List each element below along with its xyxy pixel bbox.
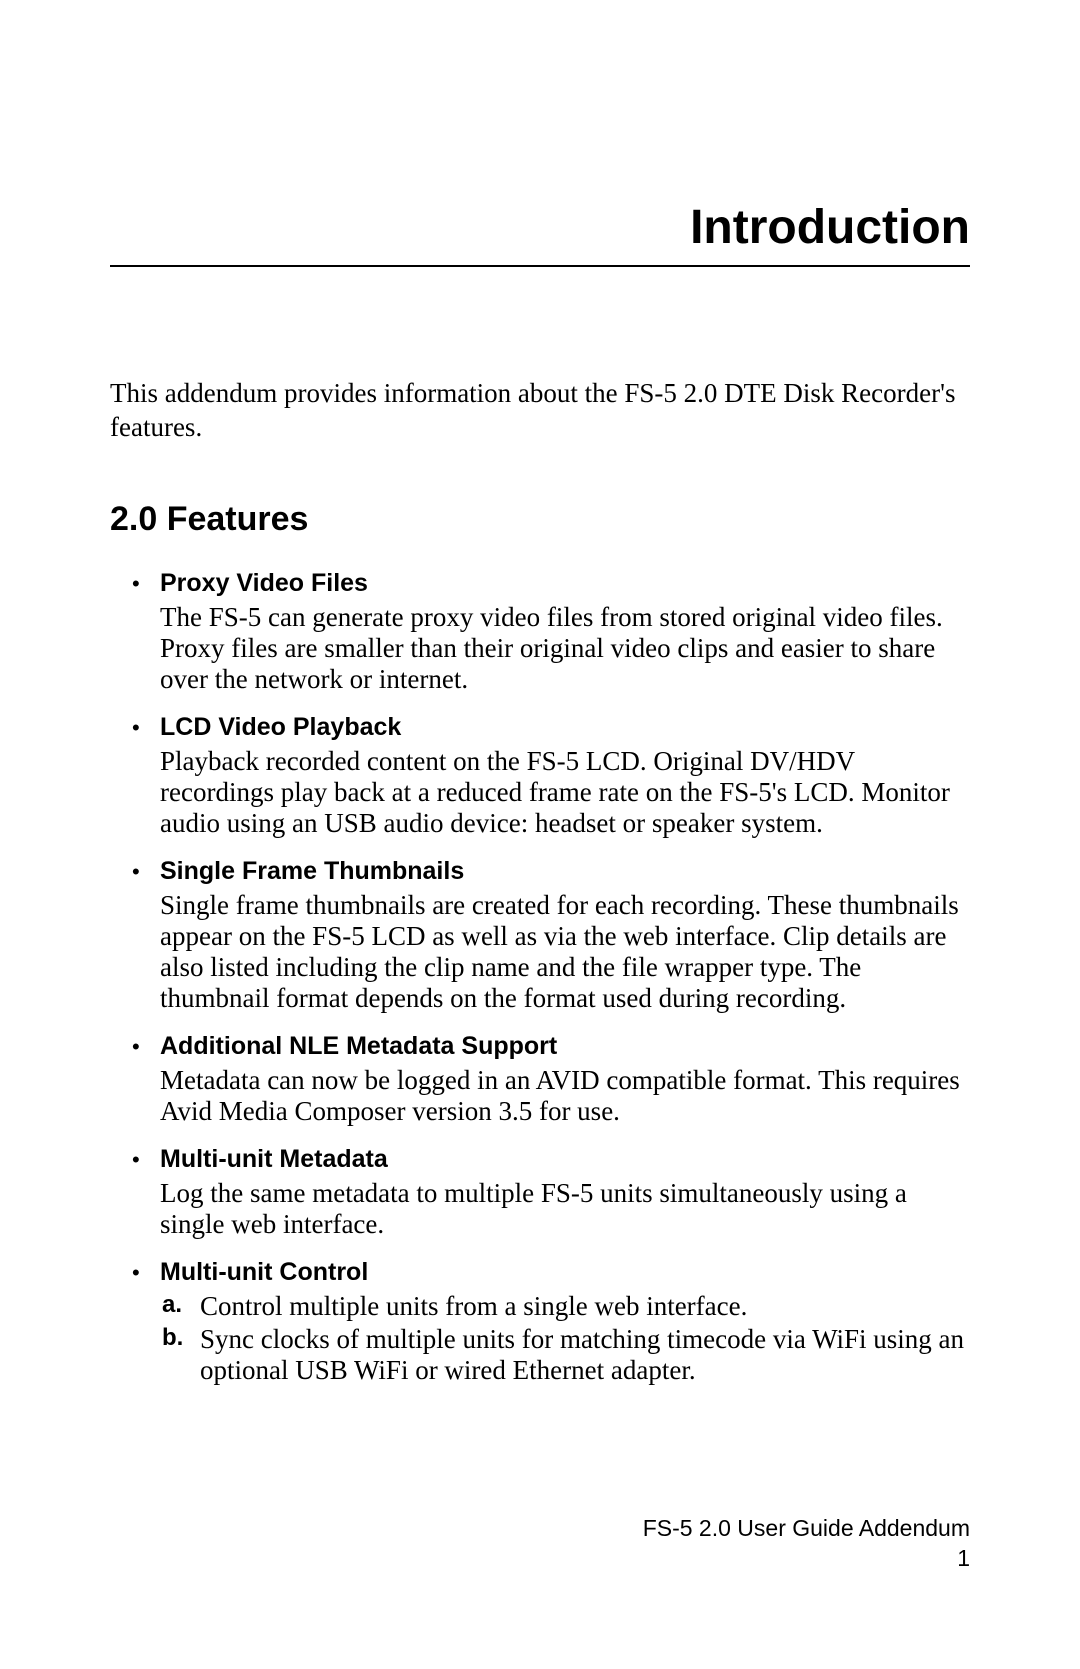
feature-title: Multi-unit Control: [160, 1258, 970, 1287]
feature-title: Single Frame Thumbnails: [160, 857, 970, 886]
feature-item: Multi-unit Control a. Control multiple u…: [160, 1258, 970, 1386]
feature-item: Single Frame Thumbnails Single frame thu…: [160, 857, 970, 1014]
sub-list: a. Control multiple units from a single …: [160, 1291, 970, 1386]
feature-body: The FS-5 can generate proxy video files …: [160, 602, 943, 694]
feature-body: Playback recorded content on the FS-5 LC…: [160, 746, 950, 838]
feature-item: Additional NLE Metadata Support Metadata…: [160, 1032, 970, 1127]
intro-paragraph: This addendum provides information about…: [110, 377, 970, 445]
feature-item: Proxy Video Files The FS-5 can generate …: [160, 569, 970, 695]
sub-item-text: Sync clocks of multiple units for matchi…: [200, 1324, 964, 1385]
footer-page-number: 1: [643, 1544, 970, 1574]
sub-item-letter: a.: [162, 1291, 182, 1319]
page-content: Introduction This addendum provides info…: [0, 0, 1080, 1386]
feature-title: LCD Video Playback: [160, 713, 970, 742]
section-heading: 2.0 Features: [110, 500, 970, 539]
sub-item-text: Control multiple units from a single web…: [200, 1291, 747, 1321]
feature-title: Proxy Video Files: [160, 569, 970, 598]
chapter-title: Introduction: [110, 200, 970, 267]
footer-doc-title: FS-5 2.0 User Guide Addendum: [643, 1514, 970, 1544]
page-footer: FS-5 2.0 User Guide Addendum 1: [643, 1514, 970, 1574]
feature-item: LCD Video Playback Playback recorded con…: [160, 713, 970, 839]
feature-body: Single frame thumbnails are created for …: [160, 890, 959, 1013]
sub-item: b. Sync clocks of multiple units for mat…: [200, 1324, 970, 1386]
feature-list: Proxy Video Files The FS-5 can generate …: [110, 569, 970, 1387]
feature-item: Multi-unit Metadata Log the same metadat…: [160, 1145, 970, 1240]
feature-body: Log the same metadata to multiple FS-5 u…: [160, 1178, 907, 1239]
sub-item-letter: b.: [162, 1324, 183, 1352]
feature-title: Additional NLE Metadata Support: [160, 1032, 970, 1061]
feature-body: Metadata can now be logged in an AVID co…: [160, 1065, 960, 1126]
sub-item: a. Control multiple units from a single …: [200, 1291, 970, 1322]
feature-title: Multi-unit Metadata: [160, 1145, 970, 1174]
